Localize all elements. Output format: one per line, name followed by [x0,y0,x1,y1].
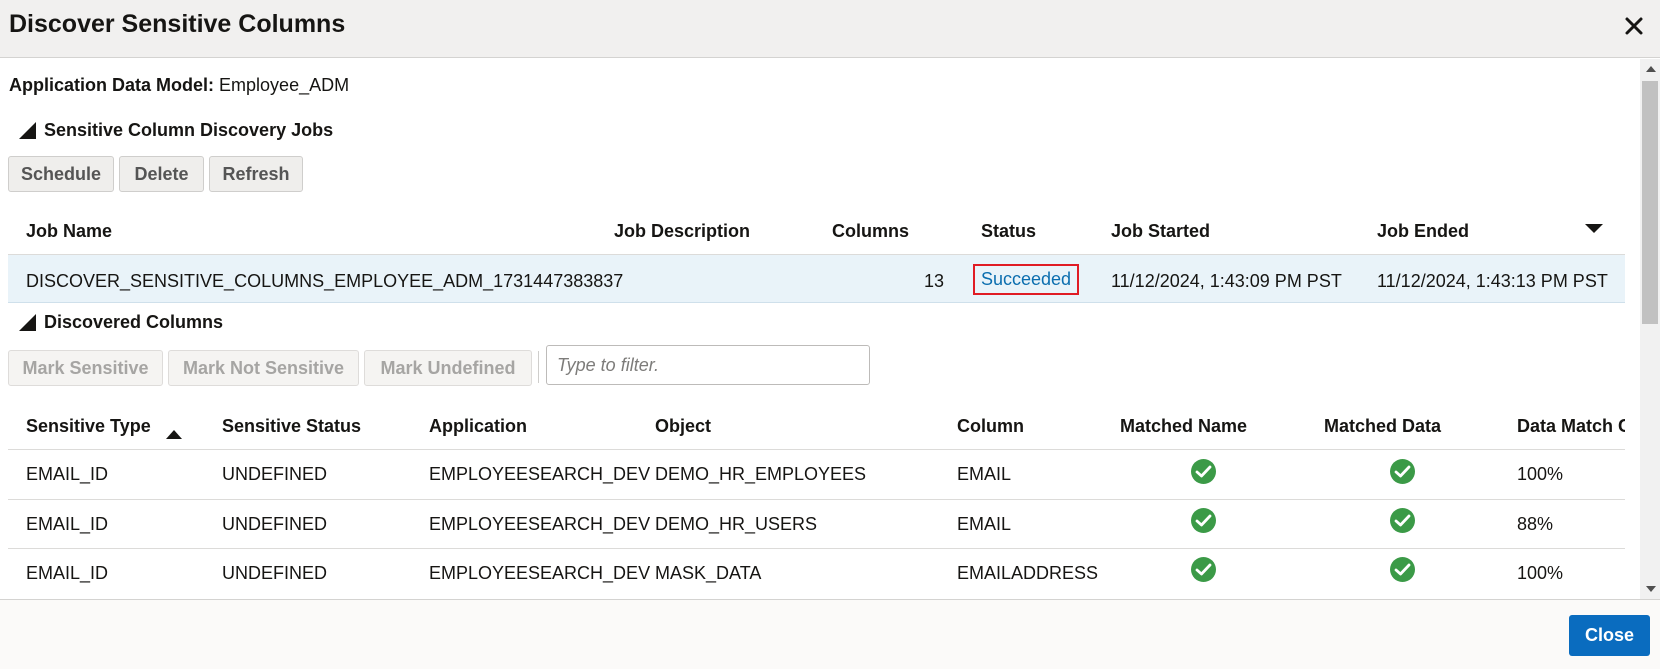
col-header-status[interactable]: Status [981,221,1036,242]
col-header-column[interactable]: Column [957,416,1024,437]
application-cell: EMPLOYEESEARCH_DEV [429,464,651,484]
job-started-cell: 11/12/2024, 1:43:09 PM PST [1111,271,1342,291]
schedule-button[interactable]: Schedule [8,156,114,192]
adm-label: Application Data Model: [9,75,215,95]
dialog-footer: Close [0,599,1660,669]
object-cell: MASK_DATA [655,563,762,583]
col-header-data-match[interactable]: Data Match C [1517,416,1625,437]
col-header-matched-name[interactable]: Matched Name [1120,416,1247,437]
vertical-scrollbar[interactable] [1640,59,1660,599]
scroll-up-icon[interactable] [1646,66,1656,72]
check-icon [1390,508,1415,533]
check-icon [1191,508,1216,533]
application-cell: EMPLOYEESEARCH_DEV [429,563,651,583]
jobs-section-header[interactable]: Sensitive Column Discovery Jobs [19,120,333,141]
collapse-triangle-icon[interactable] [19,122,36,139]
sensitive-status-cell: UNDEFINED [222,464,328,484]
mark-undefined-button[interactable]: Mark Undefined [364,350,532,386]
scroll-down-icon[interactable] [1646,586,1656,592]
col-header-columns[interactable]: Columns [832,221,909,242]
dialog-content: Application Data Model: Employee_ADM Sen… [0,59,1625,599]
check-icon [1390,557,1415,582]
column-cell: EMAILADDRESS [957,563,1099,583]
sort-ascending-icon[interactable] [166,430,182,439]
job-ended-cell: 11/12/2024, 1:43:13 PM PST [1377,271,1608,291]
col-header-job-name[interactable]: Job Name [26,221,112,242]
jobs-section-title: Sensitive Column Discovery Jobs [44,120,334,140]
object-cell: DEMO_HR_USERS [655,514,818,534]
data-match-cell: 100% [1517,563,1564,583]
scroll-thumb[interactable] [1642,81,1658,324]
sensitive-type-cell: EMAIL_ID [26,464,109,484]
col-header-sensitive-status[interactable]: Sensitive Status [222,416,361,437]
discovered-section-title: Discovered Columns [44,312,224,332]
divider [8,449,1625,450]
col-header-job-description[interactable]: Job Description [614,221,750,242]
col-header-job-started[interactable]: Job Started [1111,221,1210,242]
check-icon [1191,459,1216,484]
close-icon[interactable] [1622,14,1646,38]
collapse-triangle-icon[interactable] [19,314,36,331]
job-name-cell: DISCOVER_SENSITIVE_COLUMNS_EMPLOYEE_ADM_… [26,271,624,291]
column-cell: EMAIL [957,464,1012,484]
job-columns-cell: 13 [924,271,945,291]
check-icon [1191,557,1216,582]
sensitive-status-cell: UNDEFINED [222,563,328,583]
status-link[interactable]: Succeeded [973,264,1080,295]
sensitive-type-cell: EMAIL_ID [26,563,109,583]
sensitive-status-cell: UNDEFINED [222,514,328,534]
divider [8,499,1625,500]
data-match-cell: 88% [1517,514,1554,534]
data-match-cell: 100% [1517,464,1564,484]
divider [8,548,1625,549]
object-cell: DEMO_HR_EMPLOYEES [655,464,867,484]
discovered-section-header[interactable]: Discovered Columns [19,312,223,333]
check-icon [1390,459,1415,484]
col-header-object[interactable]: Object [655,416,711,437]
col-header-job-ended[interactable]: Job Ended [1377,221,1469,242]
refresh-button[interactable]: Refresh [209,156,303,192]
columns-menu-icon[interactable] [1585,224,1603,233]
mark-sensitive-button[interactable]: Mark Sensitive [8,350,163,386]
column-cell: EMAIL [957,514,1012,534]
col-header-sensitive-type[interactable]: Sensitive Type [26,416,151,437]
adm-value: Employee_ADM [219,75,350,95]
filter-input[interactable] [546,345,870,385]
mark-not-sensitive-button[interactable]: Mark Not Sensitive [168,350,359,386]
dialog-header: Discover Sensitive Columns [0,0,1660,58]
close-button[interactable]: Close [1569,615,1650,656]
sensitive-type-cell: EMAIL_ID [26,514,109,534]
application-cell: EMPLOYEESEARCH_DEV [429,514,651,534]
toolbar-separator [538,351,539,383]
col-header-matched-data[interactable]: Matched Data [1324,416,1441,437]
adm-line: Application Data Model: Employee_ADM [9,75,349,96]
col-header-application[interactable]: Application [429,416,527,437]
dialog-body: Application Data Model: Employee_ADM Sen… [0,59,1660,599]
dialog-title: Discover Sensitive Columns [9,10,346,38]
delete-button[interactable]: Delete [119,156,204,192]
